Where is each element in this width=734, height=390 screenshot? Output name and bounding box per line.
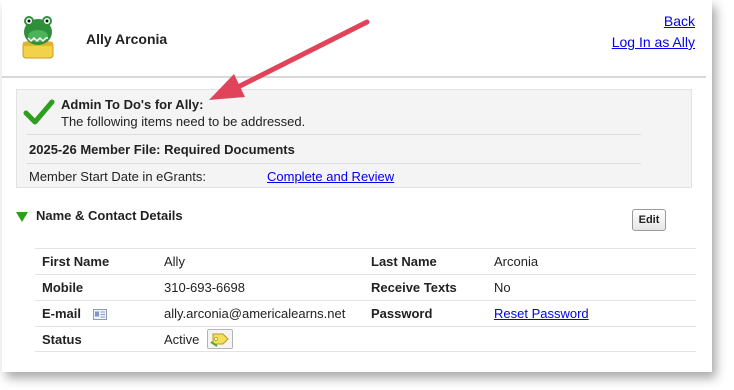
first-name-value: Ally — [164, 254, 185, 269]
table-row: Status Active — [35, 326, 696, 352]
contact-card-icon[interactable] — [92, 309, 107, 320]
first-name-label: First Name — [42, 254, 110, 269]
email-label-cell: E-mail — [42, 306, 107, 321]
green-check-icon — [23, 99, 55, 125]
divider — [27, 134, 641, 135]
admin-todo-box: Admin To Do's for Ally: The following it… — [16, 89, 692, 188]
header-divider — [2, 76, 706, 78]
divider — [27, 163, 641, 164]
last-name-value: Arconia — [494, 254, 539, 269]
password-label: Password — [371, 306, 433, 321]
table-row: E-mail ally.arconia@americalearns.net Pa… — [35, 300, 696, 326]
todo-title: Admin To Do's for Ally: — [61, 97, 204, 112]
section-title: Name & Contact Details — [36, 208, 183, 223]
todo-section-title: 2025-26 Member File: Required Documents — [29, 142, 295, 157]
member-header: Ally Arconia Back Log In as Ally — [2, 0, 712, 76]
table-row: First Name Ally Last Name Arconia — [35, 248, 696, 274]
back-link[interactable]: Back — [612, 11, 695, 32]
log-in-as-link[interactable]: Log In as Ally — [612, 32, 695, 53]
header-links: Back Log In as Ally — [612, 11, 695, 53]
alligator-avatar-icon — [22, 16, 54, 59]
status-tag-icon[interactable] — [207, 329, 233, 349]
email-value: ally.arconia@americalearns.net — [164, 306, 346, 321]
edit-button[interactable]: Edit — [632, 209, 666, 231]
member-name: Ally Arconia — [86, 31, 168, 47]
triangle-down-icon — [16, 212, 28, 222]
mobile-label: Mobile — [42, 280, 84, 295]
reset-password-link[interactable]: Reset Password — [494, 306, 589, 321]
receive-texts-label: Receive Texts — [371, 280, 457, 295]
receive-texts-value: No — [494, 280, 511, 295]
contact-details-table: First Name Ally Last Name Arconia Mobile… — [35, 248, 696, 352]
mobile-value: 310-693-6698 — [164, 280, 245, 295]
todo-subtitle: The following items need to be addressed… — [61, 114, 306, 129]
last-name-label: Last Name — [371, 254, 437, 269]
complete-and-review-link[interactable]: Complete and Review — [267, 169, 394, 184]
email-label: E-mail — [42, 306, 82, 321]
status-label: Status — [42, 332, 82, 347]
table-row: Mobile 310-693-6698 Receive Texts No — [35, 274, 696, 300]
todo-item-label: Member Start Date in eGrants: — [29, 169, 207, 184]
member-panel: Ally Arconia Back Log In as Ally Admin T… — [2, 0, 712, 372]
status-value: Active — [164, 332, 200, 347]
